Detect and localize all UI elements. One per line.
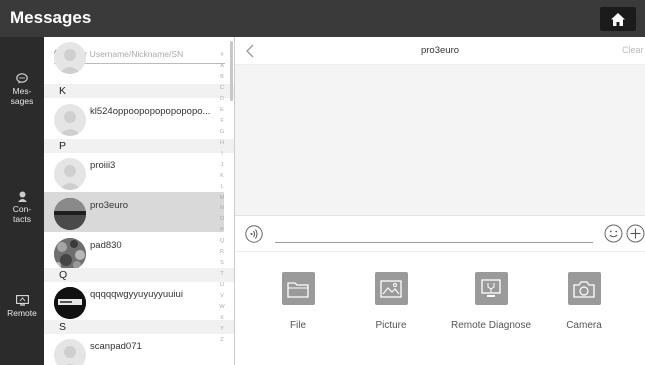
attachment-tools: File Picture Remote Diagnose Camera: [235, 251, 645, 365]
contact-row[interactable]: kl524oppoopopopopopopo...: [44, 98, 224, 138]
contact-name: proiii3: [90, 160, 116, 171]
chat-pane: pro3euro Clear File Picture Remote Diagn…: [235, 37, 645, 365]
nav-item-contacts[interactable]: Con- tacts: [0, 191, 44, 224]
index-letter[interactable]: E: [216, 107, 228, 113]
index-letter[interactable]: O: [216, 216, 228, 222]
clear-button[interactable]: Clear: [622, 45, 644, 55]
home-icon: [611, 12, 625, 26]
index-letter[interactable]: Z: [216, 337, 228, 343]
index-letter[interactable]: A: [216, 63, 228, 69]
nav-item-messages-label-1: Mes-: [12, 86, 32, 96]
index-letter[interactable]: U: [216, 282, 228, 288]
nav-item-messages-label-2: sages: [10, 96, 34, 106]
avatar-default: [54, 339, 86, 365]
nav-item-messages[interactable]: Mes- sages: [0, 73, 44, 106]
remote-screen-icon: [15, 295, 29, 306]
chat-title: pro3euro: [420, 45, 460, 56]
file-tool[interactable]: File: [253, 272, 343, 331]
contact-name: scanpad071: [90, 341, 142, 352]
folder-icon: [281, 272, 315, 305]
message-input[interactable]: [275, 223, 593, 243]
chat-header: pro3euro Clear: [235, 37, 645, 65]
message-history: [235, 65, 645, 215]
nav-item-contacts-label-2: tacts: [13, 214, 31, 224]
index-letter[interactable]: L: [216, 184, 228, 190]
index-letter[interactable]: Y: [216, 326, 228, 332]
contact-name: pro3euro: [90, 200, 129, 211]
index-letter[interactable]: H: [216, 140, 228, 146]
nav-item-contacts-label-1: Con-: [12, 204, 32, 214]
index-letter[interactable]: N: [216, 205, 228, 211]
home-button[interactable]: [600, 7, 636, 31]
camera-icon: [567, 272, 601, 305]
nav-item-remote[interactable]: Remote: [0, 295, 44, 318]
index-letter[interactable]: C: [216, 85, 228, 91]
index-letter[interactable]: X: [216, 315, 228, 321]
voice-icon[interactable]: [245, 225, 263, 243]
index-letter[interactable]: T: [216, 271, 228, 277]
index-letter[interactable]: P: [216, 227, 228, 233]
remote-diagnose-tool[interactable]: Remote Diagnose: [446, 272, 536, 331]
contact-list: K kl524oppoopopopopopopo... P proiii3 pr…: [44, 42, 234, 365]
app-title: Messages: [10, 8, 92, 27]
contact-row-selected[interactable]: pro3euro: [44, 192, 224, 232]
nav-item-remote-label-1: Remote: [7, 308, 37, 318]
avatar-default: [54, 42, 86, 74]
avatar-default: [54, 158, 86, 190]
contact-row[interactable]: qqqqqwgyyuyuyyuuiui: [44, 281, 224, 321]
index-letter[interactable]: I: [216, 151, 228, 157]
contact-row[interactable]: scanpad071: [44, 333, 224, 365]
index-letter[interactable]: S: [216, 260, 228, 266]
index-letter[interactable]: #: [216, 52, 228, 58]
index-letter[interactable]: J: [216, 162, 228, 168]
avatar-photo: [54, 238, 86, 270]
avatar-default: [54, 104, 86, 136]
tool-label: Camera: [566, 320, 602, 331]
chat-bubble-icon: [16, 73, 28, 84]
section-header-p: P: [44, 139, 234, 153]
section-header-q: Q: [44, 268, 234, 282]
index-letter[interactable]: W: [216, 304, 228, 310]
index-letter[interactable]: V: [216, 293, 228, 299]
contact-name: kl524oppoopopopopopopo...: [90, 106, 211, 117]
avatar-photo: [54, 287, 86, 319]
tool-label: Picture: [375, 320, 407, 331]
index-letter[interactable]: M: [216, 195, 228, 201]
contact-list-scrollbar[interactable]: [230, 41, 233, 101]
emoji-icon[interactable]: [604, 224, 623, 243]
nav-rail: Mes- sages Con- tacts Remote: [0, 37, 44, 365]
picture-tool[interactable]: Picture: [346, 272, 436, 331]
contacts-panel: K kl524oppoopopopopopopo... P proiii3 pr…: [44, 37, 235, 365]
index-letter[interactable]: K: [216, 173, 228, 179]
remote-diagnose-icon: [474, 272, 508, 305]
index-letter[interactable]: B: [216, 74, 228, 80]
title-bar: Messages: [0, 0, 645, 37]
contact-row[interactable]: pad830: [44, 232, 224, 272]
picture-icon: [374, 272, 408, 305]
person-icon: [17, 191, 27, 202]
section-header-s: S: [44, 320, 234, 334]
contact-name: qqqqqwgyyuyuyyuuiui: [90, 289, 183, 300]
contact-name: pad830: [90, 240, 122, 251]
index-letter[interactable]: F: [216, 118, 228, 124]
section-header-k: K: [44, 84, 234, 98]
plus-icon[interactable]: [626, 224, 645, 243]
index-letter[interactable]: D: [216, 96, 228, 102]
message-input-bar: [235, 215, 645, 251]
index-letter[interactable]: Q: [216, 238, 228, 244]
index-letter[interactable]: R: [216, 249, 228, 255]
alphabet-index-bar[interactable]: # A B C D E F G H I J K L M N O P Q R S T U V W X Y Z: [216, 52, 228, 365]
avatar-photo: [54, 198, 86, 230]
tool-label: File: [289, 320, 307, 331]
camera-tool[interactable]: Camera: [539, 272, 629, 331]
tool-label: Remote Diagnose: [450, 320, 532, 331]
contact-row-partial[interactable]: [44, 37, 224, 76]
contact-row[interactable]: proiii3: [44, 152, 224, 192]
index-letter[interactable]: G: [216, 129, 228, 135]
